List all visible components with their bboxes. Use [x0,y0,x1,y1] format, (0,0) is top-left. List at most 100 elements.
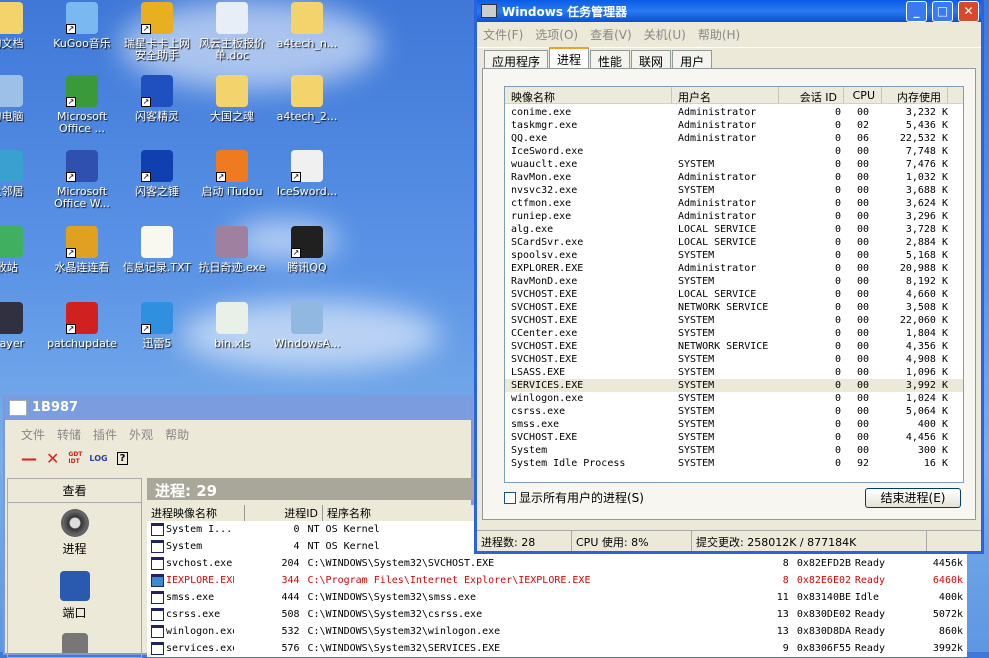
menu-item[interactable]: 关机(U) [644,26,686,43]
table-row[interactable]: runiep.exe Administrator 0 00 3,296 K [505,210,963,223]
menu-item[interactable]: 帮助(H) [698,26,740,43]
table-row[interactable]: SVCHOST.EXE SYSTEM 0 00 4,456 K [505,431,963,444]
side-item-port[interactable]: 端口 [8,571,141,621]
table-row[interactable]: SVCHOST.EXE NETWORK SERVICE 0 00 4,356 K [505,340,963,353]
table-row[interactable]: winlogon.exe 532 C:\WINDOWS\System32\winlo… [147,623,967,640]
table-row[interactable]: alg.exe LOCAL SERVICE 0 00 3,728 K [505,223,963,236]
desktop-icon[interactable]: ↗ 启动 iTudou [195,150,269,198]
table-row[interactable]: System SYSTEM 0 00 300 K [505,444,963,457]
table-row[interactable]: smss.exe SYSTEM 0 00 400 K [505,418,963,431]
ib-menu-item[interactable]: 文件 [21,426,45,443]
column-header[interactable]: CPU [844,87,882,103]
table-row[interactable]: wuauclt.exe SYSTEM 0 00 7,476 K [505,158,963,171]
close-process-icon[interactable]: ✕ [46,449,59,468]
table-row[interactable]: SCardSvr.exe LOCAL SERVICE 0 00 2,884 K [505,236,963,249]
desktop-icon[interactable]: ↗ IceSword... [270,150,344,198]
table-row[interactable]: winlogon.exe SYSTEM 0 00 1,024 K [505,392,963,405]
desktop-icon[interactable]: a4tech_n... [270,2,344,50]
table-row[interactable]: IEXPLORE.EXE 344 C:\Program Files\Internet… [147,572,967,589]
desktop-icon[interactable]: bin.xls [195,302,269,350]
ib-menu-item[interactable]: 转储 [57,426,81,443]
table-row[interactable]: smss.exe 444 C:\WINDOWS\System32\smss.exe 1… [147,589,967,606]
table-row[interactable]: CCenter.exe SYSTEM 0 00 1,804 K [505,327,963,340]
desktop-icon[interactable]: ↗ patchupdate [45,302,119,350]
table-row[interactable]: IceSword.exe 0 00 7,748 K [505,145,963,158]
side-header[interactable]: 查看 [8,479,141,503]
column-header[interactable]: 会话 ID [779,87,844,104]
log-button[interactable]: LOG [89,454,107,463]
ib-menu-item[interactable]: 插件 [93,426,117,443]
desktop-icon[interactable]: 大国之魂 [195,75,269,123]
table-row[interactable]: nvsvc32.exe SYSTEM 0 00 3,688 K [505,184,963,197]
column-header[interactable]: 映像名称 [505,87,672,104]
column-header[interactable]: 进程ID [245,505,323,521]
tab-1[interactable]: 进程 [549,47,590,68]
table-row[interactable]: services.exe 576 C:\WINDOWS\System32\SERVI… [147,640,967,657]
desktop-icon[interactable]: ↗ 闪客精灵 [120,75,194,123]
table-row[interactable]: SVCHOST.EXE NETWORK SERVICE 0 00 3,508 K [505,301,963,314]
gdt-idt-button[interactable]: GDT IDT [68,451,82,465]
column-header[interactable]: 内存使用 [882,87,948,104]
table-row[interactable]: RavMonD.exe SYSTEM 0 00 8,192 K [505,275,963,288]
menu-item[interactable]: 查看(V) [590,26,632,43]
show-all-users-checkbox[interactable]: 显示所有用户的进程(S) [504,489,644,506]
maximize-button[interactable]: □ [932,0,953,22]
menu-item[interactable]: 文件(F) [483,26,523,43]
desktop-icon[interactable]: 的文档 [0,2,44,50]
desktop-icon[interactable]: Player [0,302,44,350]
help-icon[interactable]: ? [116,451,129,465]
desktop-icon[interactable]: ↗ 闪客之锤 [120,150,194,198]
desktop-icon[interactable]: 抗日奇迹.exe [195,226,269,274]
ib-menu-item[interactable]: 帮助 [165,426,189,443]
table-row[interactable]: QQ.exe Administrator 0 06 22,532 K [505,132,963,145]
desktop-icon[interactable]: 风云主板报价单.doc [195,2,269,62]
tab-3[interactable]: 联网 [631,50,672,69]
menu-item[interactable]: 选项(O) [535,26,578,43]
table-row[interactable]: SERVICES.EXE SYSTEM 0 00 3,992 K [505,379,963,392]
ib-titlebar[interactable]: 1B987 [5,395,471,420]
desktop-icon[interactable]: ↗ 水晶连连看 [45,226,119,274]
table-row[interactable]: EXPLORER.EXE Administrator 0 00 20,988 K [505,262,963,275]
table-row[interactable]: LSASS.EXE SYSTEM 0 00 1,096 K [505,366,963,379]
tab-2[interactable]: 性能 [590,50,631,69]
desktop-icon[interactable]: WindowsA... [270,302,344,350]
table-row[interactable]: csrss.exe 508 C:\WINDOWS\System32\csrss.ex… [147,606,967,623]
desktop-icon-image: ↗ [216,150,248,182]
desktop-icon[interactable]: 信息记录.TXT [120,226,194,274]
table-row[interactable]: RavMon.exe Administrator 0 00 1,032 K [505,171,963,184]
desktop-icon[interactable]: 的电脑 [0,75,44,123]
tab-0[interactable]: 应用程序 [484,50,549,69]
table-row[interactable]: conime.exe Administrator 0 00 3,232 K [505,106,963,119]
desktop-icon[interactable]: ↗ Microsoft Office ... [45,75,119,135]
checkbox-box[interactable] [504,491,516,504]
column-header[interactable]: 进程映像名称 [147,505,245,521]
minus-icon[interactable]: — [21,449,37,468]
desktop-icon[interactable]: ↗ 腾讯QQ [270,226,344,274]
table-row[interactable]: spoolsv.exe SYSTEM 0 00 5,168 K [505,249,963,262]
desktop-icon[interactable]: a4tech_2... [270,75,344,123]
ib-menu-item[interactable]: 外观 [129,426,153,443]
table-row[interactable]: svchost.exe 204 C:\WINDOWS\System32\SVCHOS… [147,555,967,572]
desktop-icon[interactable]: ↗ 迅雷5 [120,302,194,350]
side-item-process[interactable]: 进程 [8,509,141,557]
table-row[interactable]: SVCHOST.EXE SYSTEM 0 00 4,908 K [505,353,963,366]
minimize-button[interactable]: _ [906,0,927,22]
desktop-icon[interactable]: 上邻居 [0,150,44,198]
process-list[interactable]: 映像名称 用户名 会话 ID CPU 内存使用 conime.exe Administra… [504,86,964,483]
table-row[interactable]: SVCHOST.EXE SYSTEM 0 00 22,060 K [505,314,963,327]
cell: Ready [851,640,913,657]
desktop-icon[interactable]: ↗ KuGoo音乐 [45,2,119,50]
tab-4[interactable]: 用户 [672,50,713,69]
table-row[interactable]: System Idle Process SYSTEM 0 92 16 K [505,457,963,470]
desktop-icon[interactable]: 收站 [0,226,44,274]
end-process-button[interactable]: 结束进程(E) [865,488,961,508]
desktop-icon[interactable]: ↗ 瑞星卡卡上网安全助手 [120,2,194,62]
table-row[interactable]: ctfmon.exe Administrator 0 00 3,624 K [505,197,963,210]
titlebar[interactable]: Windows 任务管理器 _ □ ✕ [477,0,981,22]
desktop-icon[interactable]: ↗ Microsoft Office W... [45,150,119,210]
close-button[interactable]: ✕ [958,0,979,22]
table-row[interactable]: csrss.exe SYSTEM 0 00 5,064 K [505,405,963,418]
table-row[interactable]: SVCHOST.EXE LOCAL SERVICE 0 00 4,660 K [505,288,963,301]
column-header[interactable]: 用户名 [672,87,779,104]
table-row[interactable]: taskmgr.exe Administrator 0 02 5,436 K [505,119,963,132]
